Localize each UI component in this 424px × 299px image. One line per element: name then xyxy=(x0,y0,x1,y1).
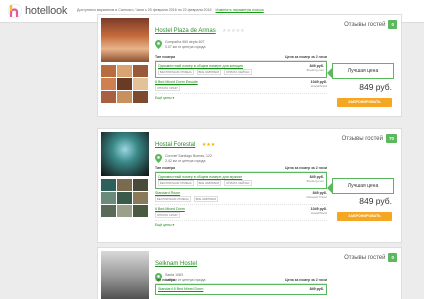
offer-tag: ОПЛАТА СЕЙЧАС xyxy=(224,69,252,75)
offer-tag: ВСЕ ЗАВТРАКИ xyxy=(193,196,219,202)
offer-row[interactable]: 6 Bed Mixed Dorm ОПЛАТА СРАЗУ 1049 руб. … xyxy=(155,205,327,221)
change-search-link[interactable]: Изменить параметры поиска xyxy=(216,8,264,12)
offer-price: 849 руб. xyxy=(309,287,324,291)
review-score-badge[interactable]: 0 xyxy=(388,20,397,29)
best-price-value: 849 руб. xyxy=(359,196,392,206)
thumbnail[interactable] xyxy=(133,65,148,77)
hotel-photo[interactable] xyxy=(101,132,149,176)
hotel-distance: 0.07 км от центра города xyxy=(165,45,206,49)
thumbnail[interactable] xyxy=(101,179,116,191)
offers-table: Тип номера Цена за номер за 2 ночи Stand… xyxy=(155,278,327,295)
thumbnail[interactable] xyxy=(101,205,116,217)
offer-room-name[interactable]: Одноместный номер в общем номере для жен… xyxy=(158,64,252,68)
photo-thumbnails xyxy=(101,179,148,217)
thumbnail[interactable] xyxy=(133,179,148,191)
hotel-name[interactable]: Hostal Forestal xyxy=(155,142,195,148)
thumbnail[interactable] xyxy=(117,65,132,77)
offer-room-name[interactable]: Одноместный номер в общем номере для муж… xyxy=(158,175,252,179)
hotel-photo[interactable] xyxy=(101,18,149,62)
offer-source: Связной Travel xyxy=(306,195,327,199)
hotel-card: Selknam Hostel Santa 1083 1.48 км от цен… xyxy=(97,247,402,299)
offer-row[interactable]: Standard Room БЕСПЛАТНАЯ ОТМЕНА ВСЕ ЗАВТ… xyxy=(155,189,327,205)
offer-room-name[interactable]: 6 Bed Mixed Dorm Ensuite xyxy=(155,80,198,84)
hotel-name[interactable]: Hostel Plaza de Armas xyxy=(155,28,216,34)
thumbnail[interactable] xyxy=(133,78,148,90)
offer-room-name[interactable]: 6 Bed Mixed Dorm xyxy=(155,207,185,211)
offer-room-name[interactable]: Standard Room xyxy=(155,191,218,195)
thumbnail[interactable] xyxy=(133,205,148,217)
thumbnail[interactable] xyxy=(101,65,116,77)
offer-tag: ОПЛАТА СРАЗУ xyxy=(155,212,180,218)
offer-row[interactable]: Одноместный номер в общем номере для муж… xyxy=(155,172,327,189)
col-room-type: Тип номера xyxy=(155,55,176,59)
hotel-photo[interactable] xyxy=(101,251,149,299)
offer-tag: БЕСПЛАТНАЯ ОТМЕНА xyxy=(155,196,191,202)
thumbnail[interactable] xyxy=(133,91,148,103)
offer-tag: ОПЛАТА СРАЗУ xyxy=(155,85,180,91)
guest-reviews: Отзывы гостей 0 xyxy=(344,253,397,262)
offer-source: Booking.com xyxy=(306,68,324,72)
hotel-distance: 2.42 км от центра города xyxy=(165,159,206,163)
col-price: Цена за номер за 2 ночи xyxy=(285,278,327,282)
hotel-info: Hostel Plaza de Armas ★★★★★ Compañía 960… xyxy=(155,19,295,50)
more-prices-link[interactable]: Ещё цены ▾ xyxy=(155,96,327,100)
best-price-label: Лучшая цена xyxy=(332,178,394,194)
guest-reviews: Отзывы гостей 0 xyxy=(344,20,397,29)
search-summary-text: Доступного вариантов в Сантьяго, Чили с … xyxy=(77,8,212,12)
hotel-card: Hostel Plaza de Armas ★★★★★ Compañía 960… xyxy=(97,14,402,117)
best-price-value: 849 руб. xyxy=(359,82,392,92)
offer-tag: БЕСПЛАТНАЯ ОТМЕНА xyxy=(158,180,194,186)
book-button[interactable]: ЗАБРОНИРОВАТЬ xyxy=(337,98,392,107)
offer-tag: БЕСПЛАТНАЯ ОТМЕНА xyxy=(158,69,194,75)
reviews-label: Отзывы гостей xyxy=(344,21,386,28)
reviews-label: Отзывы гостей xyxy=(344,254,386,261)
offer-tag: ВСЕ ЗАВТРАКИ xyxy=(196,180,222,186)
col-room-type: Тип номера xyxy=(155,278,176,282)
offer-row[interactable]: 6 Bed Mixed Dorm Ensuite ОПЛАТА СРАЗУ 10… xyxy=(155,78,327,94)
thumbnail[interactable] xyxy=(101,91,116,103)
thumbnail[interactable] xyxy=(133,192,148,204)
thumbnail[interactable] xyxy=(117,78,132,90)
more-prices-link[interactable]: Ещё цены ▾ xyxy=(155,223,327,227)
offer-source: Booking.com xyxy=(306,179,324,183)
offer-room-name[interactable]: Standard 8 Bed Mixed Dorm xyxy=(158,287,203,291)
offers-table: Тип номера Цена за номер за 2 ночи Одном… xyxy=(155,166,327,227)
offers-table: Тип номера Цена за номер за 2 ночи Одном… xyxy=(155,55,327,100)
col-room-type: Тип номера xyxy=(155,166,176,170)
offer-source: HostelWorld xyxy=(310,84,327,88)
col-price: Цена за номер за 2 ночи xyxy=(285,55,327,59)
best-price-label: Лучшая цена xyxy=(332,63,394,79)
hotel-info: Hostal Forestal ★★★ Coronel Santiago Bue… xyxy=(155,133,295,164)
review-score-badge[interactable]: 0 xyxy=(388,253,397,262)
guest-reviews: Отзывы гостей 70 xyxy=(342,134,397,143)
photo-thumbnails xyxy=(101,65,148,103)
star-rating: ★★★★★ xyxy=(222,28,245,34)
book-button[interactable]: ЗАБРОНИРОВАТЬ xyxy=(337,212,392,221)
hotel-card: Hostal Forestal ★★★ Coronel Santiago Bue… xyxy=(97,128,402,243)
star-rating: ★★★ xyxy=(201,142,216,148)
col-price: Цена за номер за 2 ночи xyxy=(285,166,327,170)
thumbnail[interactable] xyxy=(101,78,116,90)
logo-text: hotellook xyxy=(25,5,68,17)
hotel-name[interactable]: Selknam Hostel xyxy=(155,261,197,267)
reviews-label: Отзывы гостей xyxy=(341,135,383,142)
review-score-badge[interactable]: 70 xyxy=(385,134,397,143)
thumbnail[interactable] xyxy=(117,205,132,217)
search-summary: Доступного вариантов в Сантьяго, Чили с … xyxy=(77,8,264,12)
hotellook-logo-icon xyxy=(8,3,22,19)
map-pin-icon xyxy=(155,154,162,163)
map-pin-icon xyxy=(155,40,162,49)
thumbnail[interactable] xyxy=(101,192,116,204)
thumbnail[interactable] xyxy=(117,91,132,103)
offer-tag: ВСЕ ЗАВТРАКИ xyxy=(196,69,222,75)
offer-row[interactable]: Standard 8 Bed Mixed Dorm 849 руб. xyxy=(155,284,327,295)
thumbnail[interactable] xyxy=(117,192,132,204)
offer-row[interactable]: Одноместный номер в общем номере для жен… xyxy=(155,61,327,78)
thumbnail[interactable] xyxy=(117,179,132,191)
logo[interactable]: hotellook xyxy=(8,3,67,19)
offer-tag: ОПЛАТА СЕЙЧАС xyxy=(224,180,252,186)
offer-source: HostelWorld xyxy=(310,211,327,215)
